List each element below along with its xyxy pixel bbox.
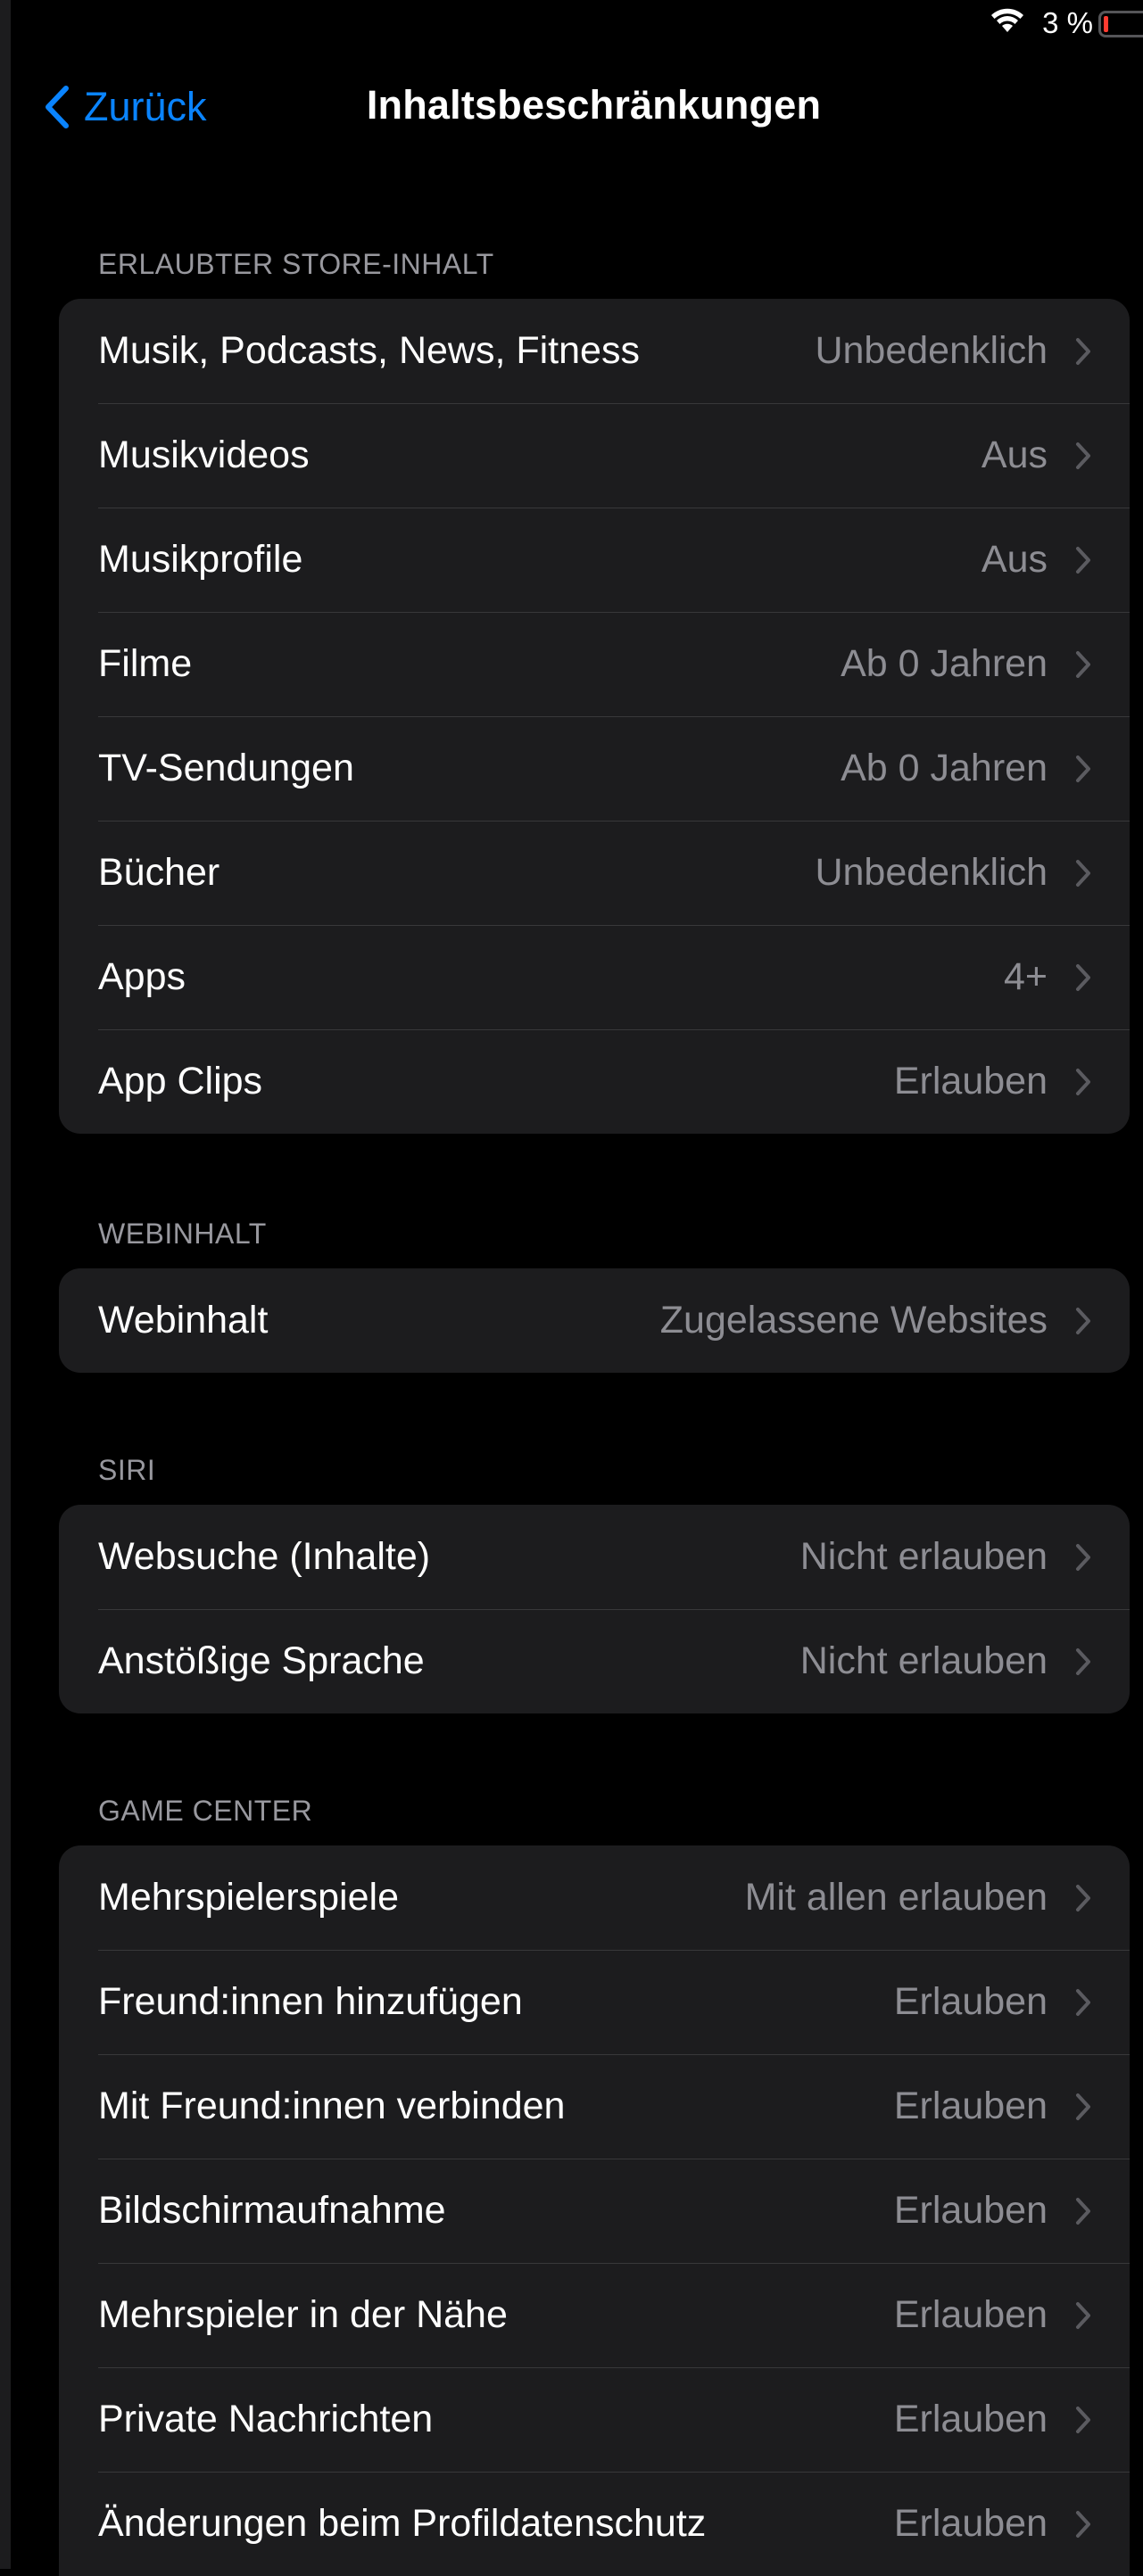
- setting-row-multiplayer-games[interactable]: Mehrspielerspiele Mit allen erlauben: [59, 1845, 1130, 1950]
- setting-label: Bücher: [98, 851, 220, 894]
- chevron-right-icon: [1076, 1988, 1090, 2016]
- setting-value: Nicht erlauben: [799, 1639, 1048, 1682]
- split-view-edge: [0, 0, 11, 2569]
- setting-row-web-search[interactable]: Websuche (Inhalte) Nicht erlauben: [59, 1505, 1130, 1609]
- setting-row-music-videos[interactable]: Musikvideos Aus: [59, 403, 1130, 508]
- chevron-right-icon: [1076, 337, 1090, 365]
- setting-label: TV-Sendungen: [98, 747, 354, 789]
- setting-row-music-podcasts[interactable]: Musik, Podcasts, News, Fitness Unbedenkl…: [59, 299, 1130, 403]
- chevron-right-icon: [1076, 755, 1090, 782]
- setting-label: Anstößige Sprache: [98, 1639, 425, 1682]
- setting-row-add-friends[interactable]: Freund:innen hinzufügen Erlauben: [59, 1950, 1130, 2054]
- settings-group-siri: Websuche (Inhalte) Nicht erlauben Anstöß…: [59, 1505, 1130, 1713]
- chevron-right-icon: [1076, 859, 1090, 887]
- chevron-right-icon: [1076, 442, 1090, 469]
- setting-value: Unbedenklich: [815, 851, 1048, 894]
- setting-label: Filme: [98, 642, 193, 685]
- page-title: Inhaltsbeschränkungen: [366, 82, 822, 128]
- chevron-right-icon: [1076, 1647, 1090, 1675]
- setting-value: 4+: [1003, 955, 1048, 998]
- setting-row-books[interactable]: Bücher Unbedenklich: [59, 821, 1130, 925]
- setting-value: Erlauben: [893, 2398, 1048, 2440]
- setting-label: Mehrspieler in der Nähe: [98, 2293, 508, 2336]
- chevron-right-icon: [1076, 2301, 1090, 2329]
- setting-label: Bildschirmaufnahme: [98, 2189, 446, 2232]
- setting-value: Ab 0 Jahren: [841, 747, 1048, 789]
- setting-value: Erlauben: [893, 2085, 1048, 2127]
- setting-row-connect-friends[interactable]: Mit Freund:innen verbinden Erlauben: [59, 2054, 1130, 2159]
- chevron-right-icon: [1076, 1068, 1090, 1095]
- setting-row-music-profiles[interactable]: Musikprofile Aus: [59, 508, 1130, 612]
- navigation-bar: Zurück Inhaltsbeschränkungen: [0, 71, 1143, 143]
- setting-value: Aus: [981, 538, 1048, 581]
- settings-group-game-center: Mehrspielerspiele Mit allen erlauben Fre…: [59, 1845, 1130, 2576]
- setting-value: Unbedenklich: [815, 329, 1048, 372]
- setting-row-tv-shows[interactable]: TV-Sendungen Ab 0 Jahren: [59, 716, 1130, 821]
- setting-label: Webinhalt: [98, 1299, 269, 1342]
- setting-label: Apps: [98, 955, 186, 998]
- setting-label: Änderungen beim Profildatenschutz: [98, 2502, 707, 2545]
- setting-value: Ab 0 Jahren: [841, 642, 1048, 685]
- chevron-right-icon: [1076, 1543, 1090, 1571]
- chevron-right-icon: [1076, 2093, 1090, 2120]
- setting-label: Freund:innen hinzufügen: [98, 1980, 523, 2023]
- setting-row-movies[interactable]: Filme Ab 0 Jahren: [59, 612, 1130, 716]
- setting-row-explicit-language[interactable]: Anstößige Sprache Nicht erlauben: [59, 1609, 1130, 1713]
- battery-icon: [1098, 11, 1143, 37]
- battery-percentage: 3 %: [1042, 6, 1093, 39]
- setting-value: Erlauben: [893, 1060, 1048, 1102]
- setting-label: Musikvideos: [98, 433, 310, 476]
- settings-group-store-content: Musik, Podcasts, News, Fitness Unbedenkl…: [59, 299, 1130, 1134]
- battery-level: [1104, 16, 1108, 32]
- chevron-right-icon: [1076, 963, 1090, 991]
- setting-label: Private Nachrichten: [98, 2398, 434, 2440]
- section-header-web-content: WEBINHALT: [98, 1218, 267, 1250]
- setting-label: Musik, Podcasts, News, Fitness: [98, 329, 640, 372]
- section-header-store-content: ERLAUBTER STORE-INHALT: [98, 248, 494, 280]
- setting-label: Websuche (Inhalte): [98, 1535, 431, 1578]
- setting-value: Erlauben: [893, 2293, 1048, 2336]
- setting-row-private-messages[interactable]: Private Nachrichten Erlauben: [59, 2367, 1130, 2472]
- setting-value: Aus: [981, 433, 1048, 476]
- settings-group-web-content: Webinhalt Zugelassene Websites: [59, 1268, 1130, 1373]
- chevron-right-icon: [1076, 2197, 1090, 2225]
- chevron-right-icon: [1076, 2406, 1090, 2433]
- setting-label: App Clips: [98, 1060, 263, 1102]
- chevron-right-icon: [1076, 1307, 1090, 1334]
- chevron-right-icon: [1076, 546, 1090, 574]
- setting-row-app-clips[interactable]: App Clips Erlauben: [59, 1029, 1130, 1134]
- setting-value: Nicht erlauben: [799, 1535, 1048, 1578]
- section-header-game-center: GAME CENTER: [98, 1795, 313, 1827]
- setting-row-nearby-multiplayer[interactable]: Mehrspieler in der Nähe Erlauben: [59, 2263, 1130, 2367]
- wifi-icon: [991, 8, 1023, 32]
- setting-label: Musikprofile: [98, 538, 303, 581]
- section-header-siri: SIRI: [98, 1454, 156, 1486]
- setting-value: Erlauben: [893, 2502, 1048, 2545]
- setting-row-screen-recording[interactable]: Bildschirmaufnahme Erlauben: [59, 2159, 1130, 2263]
- status-bar: 3 %: [875, 0, 1143, 50]
- setting-value: Erlauben: [893, 2189, 1048, 2232]
- chevron-right-icon: [1076, 1884, 1090, 1911]
- chevron-right-icon: [1076, 650, 1090, 678]
- setting-row-web-content[interactable]: Webinhalt Zugelassene Websites: [59, 1268, 1130, 1373]
- setting-value: Erlauben: [893, 1980, 1048, 2023]
- setting-row-profile-privacy-changes[interactable]: Änderungen beim Profildatenschutz Erlaub…: [59, 2472, 1130, 2576]
- setting-value: Zugelassene Websites: [659, 1299, 1048, 1342]
- chevron-right-icon: [1076, 2510, 1090, 2538]
- setting-label: Mit Freund:innen verbinden: [98, 2085, 566, 2127]
- setting-value: Mit allen erlauben: [744, 1876, 1048, 1919]
- setting-label: Mehrspielerspiele: [98, 1876, 399, 1919]
- setting-row-apps[interactable]: Apps 4+: [59, 925, 1130, 1029]
